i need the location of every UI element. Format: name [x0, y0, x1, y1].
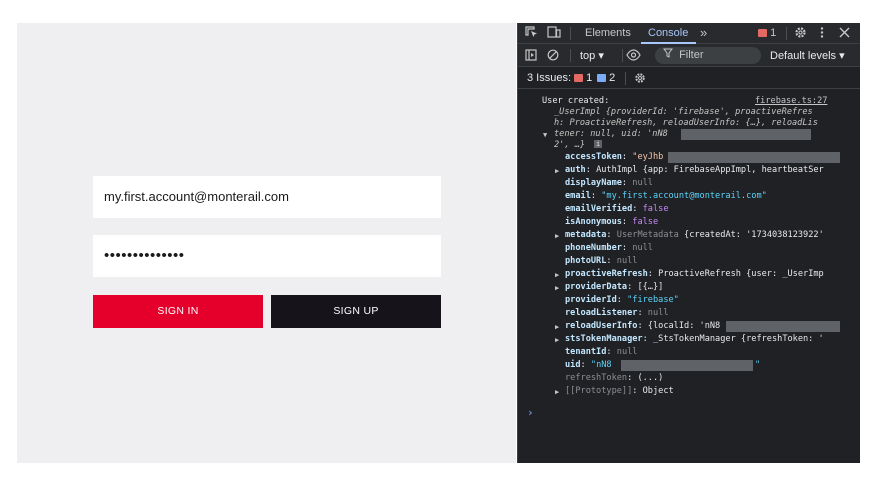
source-link[interactable]: firebase.ts:27 — [755, 96, 827, 106]
gear-icon[interactable] — [794, 26, 807, 42]
prop-isAnonymous: isAnonymous: false — [565, 217, 659, 227]
sign-up-button[interactable]: SIGN UP — [271, 295, 441, 328]
password-field[interactable]: •••••••••••••• — [93, 235, 441, 277]
prop-displayName: displayName: null — [565, 178, 653, 188]
filter-placeholder: Filter — [679, 49, 704, 62]
issues-error-counter[interactable]: 1 — [574, 72, 592, 84]
inspect-icon[interactable] — [525, 26, 538, 42]
expand-triangle[interactable]: ▶ — [555, 167, 559, 175]
prop-reloadUserInfo: reloadUserInfo: {localId: 'nN8 — [565, 321, 721, 331]
close-icon[interactable] — [839, 27, 850, 41]
clear-console-icon[interactable] — [547, 49, 559, 64]
console-toolbar: top ▾ Filter Default levels ▾ — [518, 44, 860, 67]
redacted-block — [621, 360, 753, 371]
context-selector[interactable]: top ▾ — [580, 49, 604, 62]
console-output: User created: firebase.ts:27 _UserImpl {… — [518, 89, 860, 463]
issues-bar: 3 Issues: 1 2 — [518, 67, 860, 89]
prop-metadata: metadata: UserMetadata {createdAt: '1734… — [565, 230, 824, 240]
prop-phoneNumber: phoneNumber: null — [565, 243, 653, 253]
expand-triangle[interactable]: ▶ — [555, 323, 559, 331]
eye-icon[interactable] — [626, 49, 641, 64]
expand-triangle[interactable]: ▶ — [555, 388, 559, 396]
issues-info-counter[interactable]: 2 — [597, 72, 615, 84]
prop-reloadListener: reloadListener: null — [565, 308, 669, 318]
issues-label[interactable]: 3 Issues: — [527, 72, 571, 84]
object-preview-line: 2', …} — [554, 140, 586, 150]
redacted-block — [668, 152, 840, 163]
prop-emailVerified: emailVerified: false — [565, 204, 669, 214]
prop-email: email: "my.first.account@monterail.com" — [565, 191, 767, 201]
object-preview-line: h: ProactiveRefresh, reloadUserInfo: {…}… — [554, 118, 818, 128]
devtools-tab-bar: Elements Console » 1 — [518, 23, 860, 44]
prop-tenantId: tenantId: null — [565, 347, 638, 357]
prop-photoURL: photoURL: null — [565, 256, 638, 266]
info-badge[interactable]: i — [594, 140, 603, 148]
prop-accessToken: accessToken: "eyJhb — [565, 152, 664, 162]
expand-triangle[interactable]: ▶ — [555, 336, 559, 344]
object-preview-line: tener: null, uid: 'nN8 — [554, 129, 668, 139]
error-icon — [574, 74, 583, 83]
prop-auth: auth: AuthImpl {app: FirebaseAppImpl, he… — [565, 165, 824, 175]
prop-providerData: providerData: [{…}] — [565, 282, 664, 292]
redacted-block — [726, 321, 840, 332]
prop-uid: uid: "nN8 — [565, 360, 612, 370]
prop-providerId: providerId: "firebase" — [565, 295, 679, 305]
prop-prototype: [[Prototype]]: Object — [565, 386, 674, 396]
error-icon — [758, 29, 767, 38]
log-levels-dropdown[interactable]: Default levels ▾ — [770, 49, 845, 62]
sidebar-icon[interactable] — [525, 49, 537, 64]
device-toolbar-icon[interactable] — [547, 26, 561, 42]
issues-error-count: 1 — [586, 72, 593, 84]
console-prompt[interactable]: › — [527, 406, 534, 419]
issues-gear-icon[interactable] — [634, 72, 646, 87]
collapse-triangle[interactable]: ▼ — [543, 131, 547, 139]
more-tabs-icon[interactable]: » — [700, 25, 707, 40]
expand-triangle[interactable]: ▶ — [555, 271, 559, 279]
prop-stsTokenManager: stsTokenManager: _StsTokenManager {refre… — [565, 334, 824, 344]
redacted-block — [681, 129, 811, 140]
tab-elements[interactable]: Elements — [585, 27, 631, 39]
filter-icon — [663, 47, 673, 64]
expand-triangle[interactable]: ▶ — [555, 284, 559, 292]
expand-triangle[interactable]: ▶ — [555, 232, 559, 240]
uid-closing-quote: " — [755, 360, 761, 370]
sign-in-button[interactable]: SIGN IN — [93, 295, 263, 328]
object-preview-line: _UserImpl {providerId: 'firebase', proac… — [554, 107, 813, 117]
log-message: User created: — [542, 96, 610, 106]
devtools-panel: Elements Console » 1 top ▾ Filter Defaul… — [517, 23, 860, 463]
prop-proactiveRefresh: proactiveRefresh: ProactiveRefresh {user… — [565, 269, 824, 279]
kebab-menu-icon[interactable] — [819, 26, 825, 42]
app-viewport: my.first.account@monterail.com •••••••••… — [17, 23, 516, 463]
filter-input[interactable]: Filter — [655, 47, 761, 64]
issues-info-count: 2 — [609, 72, 616, 84]
email-field[interactable]: my.first.account@monterail.com — [93, 176, 441, 218]
info-icon — [597, 74, 606, 83]
error-count: 1 — [770, 27, 777, 39]
prop-refreshToken[interactable]: refreshToken: (...) — [565, 373, 663, 383]
error-counter[interactable]: 1 — [758, 27, 776, 39]
tab-console[interactable]: Console — [648, 27, 688, 39]
